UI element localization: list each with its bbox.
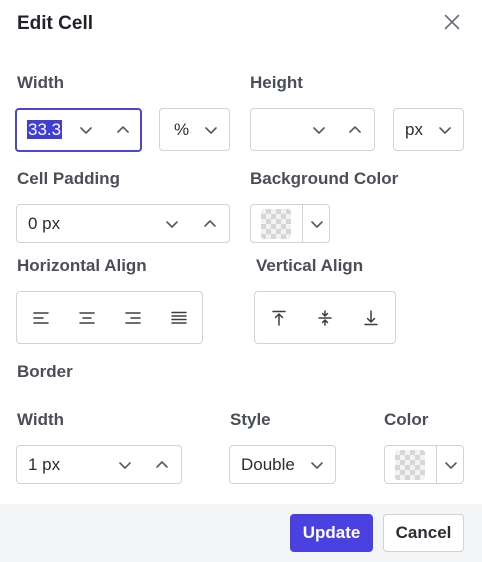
dialog-title: Edit Cell [17,13,94,34]
cell-padding-value: 0 px [28,213,61,233]
align-left-icon[interactable] [27,304,55,332]
update-button[interactable]: Update [290,514,373,552]
chevron-down-icon[interactable] [437,122,453,138]
height-label: Height [250,73,303,92]
align-middle-icon[interactable] [311,304,339,332]
cell-padding-input[interactable]: 0 px [16,204,230,243]
chevron-down-icon[interactable] [164,216,180,232]
cancel-button[interactable]: Cancel [383,514,464,552]
chevron-up-icon[interactable] [154,457,170,473]
border-style-select[interactable]: Double [229,445,336,484]
border-width-value: 1 px [28,454,61,474]
border-color-label: Color [384,410,429,429]
background-color-picker[interactable] [250,204,330,243]
vertical-align-group [254,291,396,344]
divider [436,446,437,483]
chevron-down-icon[interactable] [309,457,325,473]
width-input[interactable]: 33.3 [15,108,142,152]
width-value: 33.3 [27,120,63,139]
chevron-up-icon[interactable] [115,122,131,138]
width-unit-select[interactable]: % [159,108,230,151]
chevron-up-icon[interactable] [347,122,363,138]
border-color-picker[interactable] [384,445,464,484]
chevron-down-icon[interactable] [311,122,327,138]
align-bottom-icon[interactable] [357,304,385,332]
align-justify-icon[interactable] [165,304,193,332]
chevron-down-icon[interactable] [78,122,94,138]
vertical-align-label: Vertical Align [256,256,364,275]
border-width-label: Width [17,410,65,429]
border-width-input[interactable]: 1 px [16,445,182,484]
color-swatch [261,209,291,239]
width-label: Width [17,73,65,92]
width-unit-value: % [174,119,190,139]
align-top-icon[interactable] [265,304,293,332]
height-unit-select[interactable]: px [393,108,464,151]
height-input[interactable] [250,108,375,151]
height-unit-value: px [405,119,423,139]
chevron-down-icon[interactable] [117,457,133,473]
chevron-down-icon[interactable] [443,457,459,473]
align-center-icon[interactable] [73,304,101,332]
border-section-label: Border [17,362,73,381]
horizontal-align-label: Horizontal Align [17,256,147,275]
border-style-value: Double [241,454,295,474]
chevron-down-icon[interactable] [203,122,219,138]
chevron-down-icon[interactable] [309,216,325,232]
divider [302,205,303,242]
border-style-label: Style [230,410,271,429]
color-swatch [395,450,425,480]
close-icon[interactable] [439,9,465,35]
chevron-up-icon[interactable] [202,216,218,232]
horizontal-align-group [16,291,203,344]
align-right-icon[interactable] [119,304,147,332]
cell-padding-label: Cell Padding [17,169,120,188]
background-color-label: Background Color [250,169,399,188]
